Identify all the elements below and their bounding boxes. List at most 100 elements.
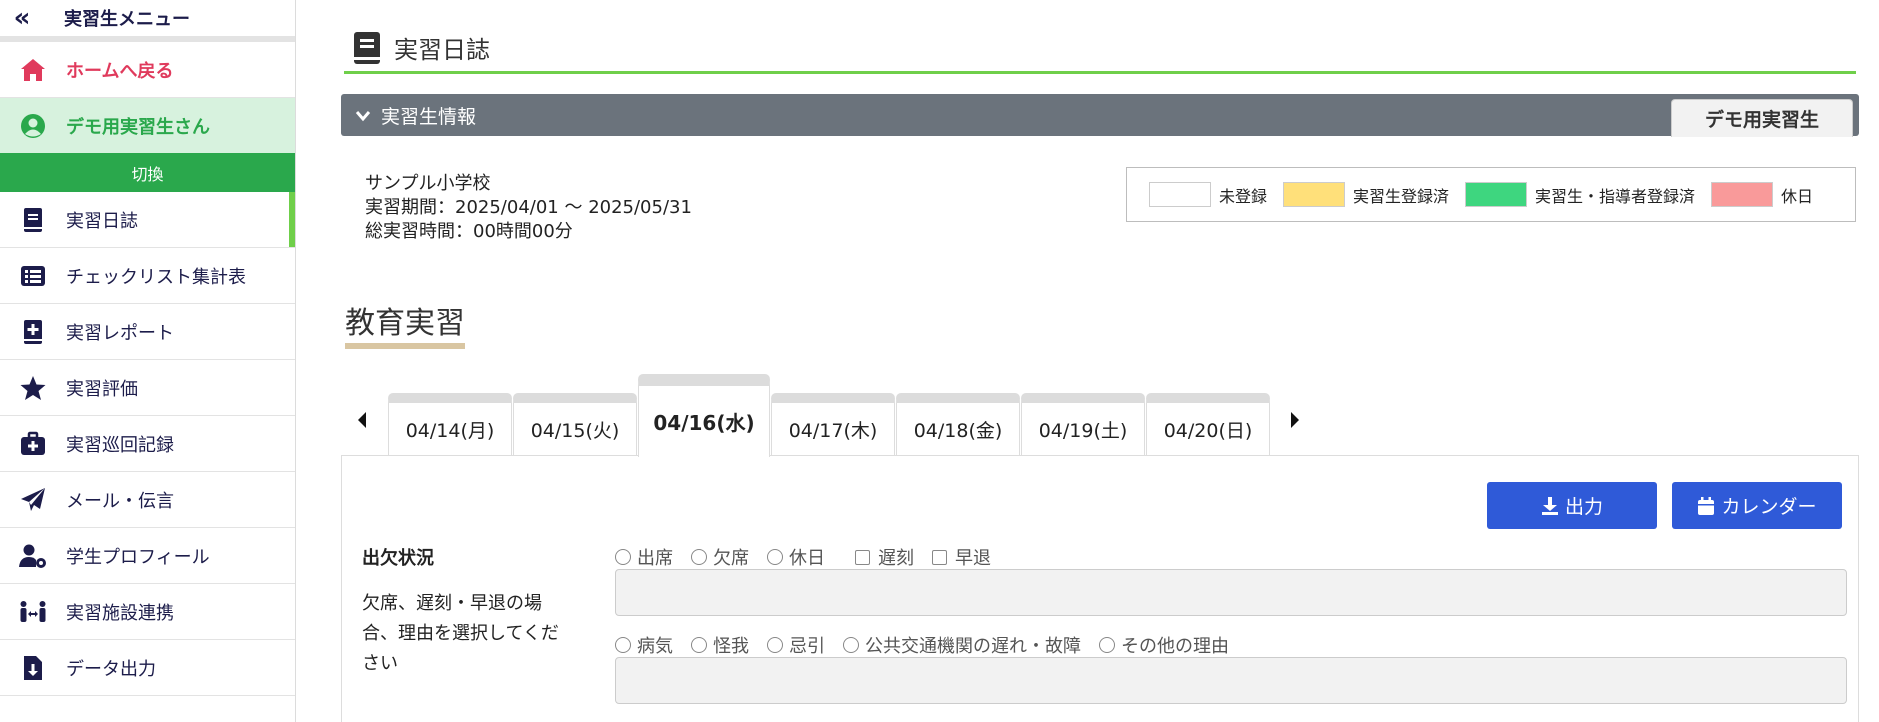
reason-detail-field[interactable]: [615, 657, 1847, 704]
sidebar-item-mail[interactable]: メール・伝言: [0, 472, 295, 528]
tab-date[interactable]: 04/17(木): [771, 393, 895, 456]
collapse-sidebar-icon[interactable]: «: [0, 5, 44, 31]
radio-other-reason[interactable]: その他の理由: [1099, 632, 1229, 658]
sidebar-item-label: デモ用実習生さん: [66, 116, 210, 138]
student-info-title: 実習生情報: [381, 106, 477, 128]
home-icon: [0, 56, 66, 84]
radio-illness[interactable]: 病気: [615, 632, 673, 658]
option-label: 怪我: [713, 636, 749, 657]
checkbox-late[interactable]: 遅刻: [843, 544, 914, 570]
switch-user-button[interactable]: 切換: [0, 153, 295, 192]
next-week-icon[interactable]: [1286, 410, 1304, 430]
student-name-tab[interactable]: デモ用実習生: [1671, 99, 1853, 137]
sidebar-title: 実習生メニュー: [64, 9, 190, 30]
legend-swatch-unregistered: [1149, 182, 1211, 207]
sidebar-item-label: 実習巡回記録: [66, 434, 174, 456]
medkit-icon: [0, 430, 66, 458]
sidebar-item-facility[interactable]: 実習施設連携: [0, 584, 295, 640]
attendance-status-options: 出席 欠席 休日 遅刻 早退: [615, 544, 1009, 570]
book-icon: [354, 31, 380, 64]
sidebar-item-label: 実習日誌: [66, 210, 138, 232]
sidebar-item-journal[interactable]: 実習日誌: [0, 192, 295, 248]
prev-week-icon[interactable]: [353, 410, 371, 430]
sidebar-item-evaluation[interactable]: 実習評価: [0, 360, 295, 416]
option-label: 公共交通機関の遅れ・故障: [865, 636, 1081, 657]
radio-transport-delay[interactable]: 公共交通機関の遅れ・故障: [843, 632, 1081, 658]
option-label: 出席: [637, 548, 673, 569]
report-plus-icon: [0, 318, 66, 346]
people-arrows-icon: [0, 598, 66, 626]
sidebar-item-label: ホームへ戻る: [66, 60, 174, 82]
total-hours: 総実習時間：00時間00分: [365, 221, 573, 242]
sidebar-item-label: 実習施設連携: [66, 602, 174, 624]
main-content: 実習日誌 実習生情報 デモ用実習生 サンプル小学校 実習期間：2025/04/0…: [296, 0, 1879, 722]
calendar-icon: [1698, 496, 1715, 515]
file-download-icon: [0, 654, 66, 682]
output-button-label: 出力: [1564, 496, 1603, 518]
date-tabs: 04/14(月) 04/15(火) 04/16(水) 04/17(木) 04/1…: [341, 374, 1859, 457]
sidebar-item-user[interactable]: デモ用実習生さん: [0, 98, 295, 153]
list-icon: [0, 262, 66, 290]
practice-period: 実習期間：2025/04/01 〜 2025/05/31: [365, 197, 692, 218]
option-label: 病気: [637, 636, 673, 657]
tab-date[interactable]: 04/20(日): [1146, 393, 1270, 456]
option-label: 休日: [789, 548, 825, 569]
calendar-button[interactable]: カレンダー: [1672, 482, 1842, 529]
student-info-toggle[interactable]: 実習生情報: [355, 102, 476, 129]
sidebar-item-profile[interactable]: 学生プロフィール: [0, 528, 295, 584]
page-header: 実習日誌: [344, 24, 1856, 74]
sidebar-item-checklist[interactable]: チェックリスト集計表: [0, 248, 295, 304]
school-info: サンプル小学校 実習期間：2025/04/01 〜 2025/05/31 総実習…: [365, 172, 692, 244]
option-label: 遅刻: [878, 548, 914, 569]
output-button[interactable]: 出力: [1487, 482, 1657, 529]
journal-panel: 出力 カレンダー 出欠状況 欠席、遅刻・早退の場合、理由を選択してください 出席…: [341, 455, 1859, 722]
status-legend: 未登録 実習生登録済 実習生・指導者登録済 休日: [1126, 167, 1856, 222]
legend-label: 休日: [1781, 186, 1814, 206]
user-circle-icon: [0, 112, 66, 140]
legend-label: 実習生登録済: [1353, 186, 1450, 206]
sidebar-item-home[interactable]: ホームへ戻る: [0, 42, 295, 98]
legend-swatch-both-registered: [1465, 182, 1528, 207]
star-icon: [0, 374, 66, 402]
sidebar: « 実習生メニュー ホームへ戻る デモ用実習生さん 切換 実習日誌 チェックリス…: [0, 0, 296, 722]
sidebar-item-report[interactable]: 実習レポート: [0, 304, 295, 360]
option-label: 欠席: [713, 548, 749, 569]
option-label: 忌引: [789, 636, 825, 657]
paper-plane-icon: [0, 486, 66, 514]
radio-present[interactable]: 出席: [615, 544, 673, 570]
sidebar-item-label: 学生プロフィール: [66, 546, 210, 568]
legend-label: 未登録: [1219, 186, 1268, 206]
tab-date[interactable]: 04/15(火): [513, 393, 637, 456]
tab-date-active[interactable]: 04/16(水): [638, 374, 770, 457]
radio-injury[interactable]: 怪我: [691, 632, 749, 658]
book-icon: [0, 206, 66, 234]
absence-reason-options: 病気 怪我 忌引 公共交通機関の遅れ・故障 その他の理由: [615, 632, 1247, 658]
chevron-down-icon: [355, 110, 371, 121]
tab-date[interactable]: 04/14(月): [388, 393, 512, 456]
tab-date[interactable]: 04/19(土): [1021, 393, 1145, 456]
legend-swatch-holiday: [1711, 182, 1774, 207]
section-title: 教育実習: [345, 306, 465, 341]
student-info-bar[interactable]: 実習生情報 デモ用実習生: [341, 94, 1859, 137]
attendance-label: 出欠状況: [362, 548, 434, 569]
calendar-button-label: カレンダー: [1721, 496, 1817, 518]
legend-swatch-student-registered: [1283, 182, 1346, 207]
sidebar-item-label: チェックリスト集計表: [66, 266, 246, 288]
sidebar-item-visit-record[interactable]: 実習巡回記録: [0, 416, 295, 472]
tab-date[interactable]: 04/18(金): [896, 393, 1020, 456]
user-gear-icon: [0, 542, 66, 570]
sidebar-item-label: 実習評価: [66, 378, 138, 400]
download-icon: [1541, 496, 1558, 515]
option-label: 早退: [955, 548, 991, 569]
sidebar-item-label: 実習レポート: [66, 322, 174, 344]
attendance-note: 欠席、遅刻・早退の場合、理由を選択してください: [362, 593, 559, 674]
sidebar-item-data-export[interactable]: データ出力: [0, 640, 295, 696]
radio-absent[interactable]: 欠席: [691, 544, 749, 570]
sidebar-header: « 実習生メニュー: [0, 0, 295, 42]
radio-bereavement[interactable]: 忌引: [767, 632, 825, 658]
checkbox-early-leave[interactable]: 早退: [920, 544, 991, 570]
attendance-detail-field[interactable]: [615, 569, 1847, 616]
page-title: 実習日誌: [394, 36, 490, 64]
school-name: サンプル小学校: [365, 173, 491, 194]
radio-holiday[interactable]: 休日: [767, 544, 825, 570]
